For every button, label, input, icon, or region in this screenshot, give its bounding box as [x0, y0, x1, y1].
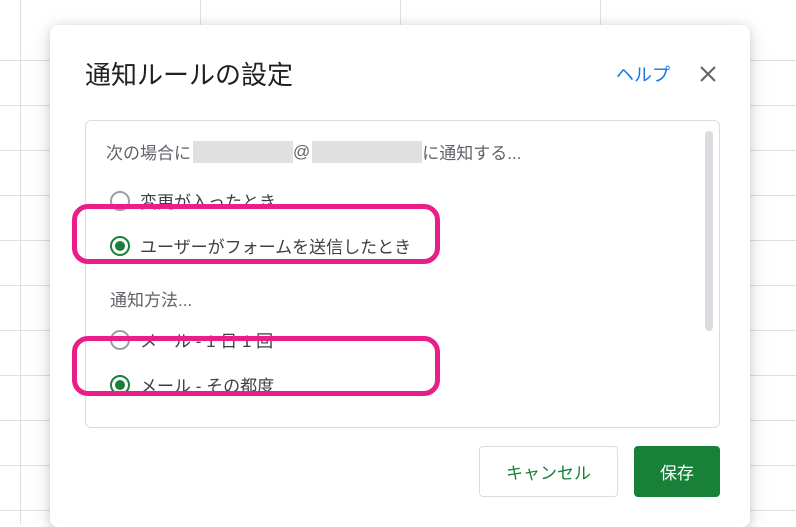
notification-rules-dialog: 通知ルールの設定 ヘルプ 次の場合に @ に通知する... 変更が入ったとき ユ… [50, 25, 750, 527]
radio-label: メール - その都度 [140, 372, 274, 397]
notify-suffix: に通知する... [422, 139, 521, 164]
radio-label: 変更が入ったとき [140, 188, 276, 213]
radio-icon [110, 375, 130, 395]
trigger-option-changes[interactable]: 変更が入ったとき [106, 178, 699, 223]
redacted-email-domain [312, 141, 422, 163]
notify-target-line: 次の場合に @ に通知する... [106, 139, 699, 164]
save-button[interactable]: 保存 [634, 446, 720, 497]
scrollbar-thumb[interactable] [705, 131, 713, 331]
method-option-daily[interactable]: メール - 1 日 1 回 [106, 317, 699, 362]
dialog-footer: キャンセル 保存 [85, 446, 720, 497]
radio-label: ユーザーがフォームを送信したとき [140, 233, 411, 258]
dialog-header: 通知ルールの設定 ヘルプ [85, 55, 720, 92]
cancel-button[interactable]: キャンセル [479, 446, 618, 497]
radio-icon [110, 191, 130, 211]
help-link[interactable]: ヘルプ [616, 61, 670, 87]
dialog-title: 通知ルールの設定 [85, 55, 293, 92]
notify-prefix: 次の場合に [106, 139, 191, 164]
method-option-immediate[interactable]: メール - その都度 [106, 362, 699, 407]
redacted-email-local [193, 141, 293, 163]
radio-icon [110, 236, 130, 256]
close-icon[interactable] [696, 62, 720, 86]
method-section-label: 通知方法... [106, 286, 699, 311]
notify-at: @ [293, 142, 310, 162]
scrollbar-track[interactable] [705, 131, 713, 371]
header-actions: ヘルプ [616, 61, 720, 87]
radio-label: メール - 1 日 1 回 [140, 327, 273, 352]
radio-icon [110, 330, 130, 350]
trigger-option-form-submit[interactable]: ユーザーがフォームを送信したとき [106, 223, 699, 268]
dialog-body: 次の場合に @ に通知する... 変更が入ったとき ユーザーがフォームを送信した… [85, 120, 720, 428]
